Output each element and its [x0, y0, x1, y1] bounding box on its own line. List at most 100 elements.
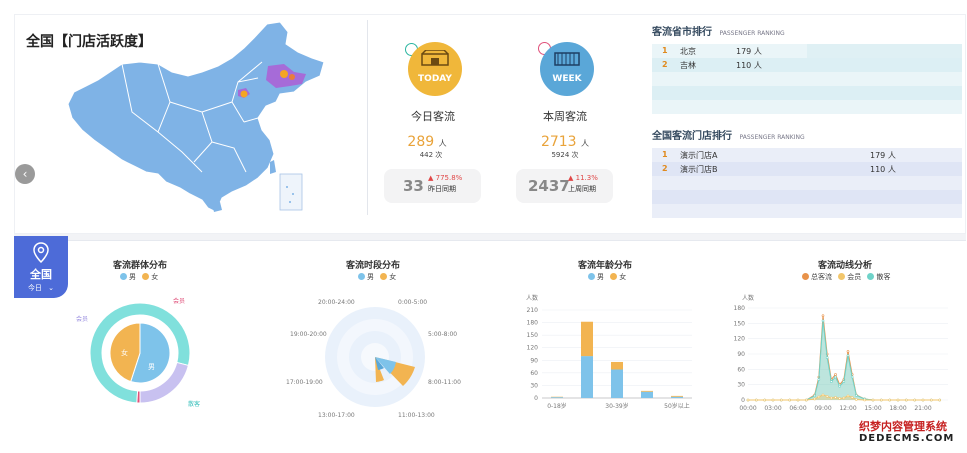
dashboard: 全国【门店活跃度】 ‹ TODAY 今日客流 289 人 442 次 33 ▲ … [0, 0, 967, 453]
age-chart-legend: 男 女 [584, 272, 626, 282]
ring-label-regular: 散客 [188, 400, 200, 408]
legend-male: 男 [367, 273, 374, 281]
location-selector[interactable]: 全国 今日 ⌄ [14, 236, 68, 298]
legend-swatch-total [802, 273, 809, 280]
province-ranking-title-text: 客流省市排行 [652, 27, 712, 38]
separator [367, 20, 368, 215]
week-times: 5924 次 [551, 151, 579, 159]
legend-swatch-regular [867, 273, 875, 280]
today-badge-label: TODAY [418, 74, 452, 84]
group-pie-chart[interactable]: 会员 会员 散客 女 男 [70, 285, 210, 415]
sector-label: 11:00-13:00 [398, 412, 435, 419]
legend-member: 会员 [847, 273, 862, 281]
legend-female: 女 [151, 273, 159, 281]
province-ranking-subtitle: PASSENGER RANKING [719, 30, 785, 37]
point-1-27 [930, 398, 933, 402]
legend-female: 女 [619, 273, 627, 281]
hours-polar-chart[interactable]: 20:00-24:00 0:00-5:00 19:00-20:00 5:00-8… [280, 290, 470, 425]
point-1-15 [842, 396, 846, 400]
period-dropdown[interactable]: 今日 ⌄ [14, 283, 68, 293]
week-count-line: 2713 人 [510, 134, 620, 150]
table-row[interactable]: 2 演示门店B 110 人 [652, 162, 962, 176]
point-2-8 [813, 394, 816, 398]
south-sea-inset [279, 173, 303, 211]
y-tick-label: 90 [530, 357, 538, 364]
hours-chart-title: 客流时段分布 [345, 261, 400, 271]
table-row[interactable]: 1 北京 179 人 [652, 44, 962, 58]
china-map[interactable] [62, 22, 332, 218]
rank-number: 1 [662, 150, 668, 159]
y-axis-label: 人数 [742, 294, 754, 302]
y-tick-label: 150 [527, 332, 539, 339]
point-1-26 [921, 398, 925, 402]
today-label: 今日客流 [411, 110, 455, 123]
watermark-line2: DEDECMS.COM [859, 433, 955, 444]
today-count: 289 [407, 134, 435, 150]
point-1-28 [938, 398, 941, 402]
point-1-0 [746, 398, 750, 402]
ring-label-member: 会员 [76, 315, 88, 323]
point-2-9 [817, 378, 821, 381]
sector-label: 17:00-19:00 [286, 379, 323, 386]
point-1-24 [905, 398, 908, 402]
hotspot-jilin [280, 70, 288, 78]
legend-regular: 散客 [876, 273, 891, 281]
x-tick-label: 00:00 [739, 405, 756, 412]
province-value: 179 人 [736, 47, 762, 56]
island-taiwan [270, 160, 276, 174]
hotspot-beijing [240, 90, 248, 98]
store-ranking-subtitle: PASSENGER RANKING [739, 134, 805, 141]
point-0-16 [846, 350, 850, 353]
point-1-7 [805, 398, 808, 402]
table-row[interactable]: 1 演示门店A 179 人 [652, 148, 962, 162]
today-badge: TODAY [408, 42, 462, 96]
sector-label: 19:00-20:00 [290, 331, 327, 338]
y-tick-label: 210 [527, 307, 539, 314]
inner-label-male: 男 [148, 363, 155, 371]
province-ranking-table: 1 北京 179 人 2 吉林 110 人 [652, 44, 962, 114]
table-row-empty [652, 204, 962, 218]
week-badge: WEEK [540, 42, 594, 96]
point-2-10 [821, 319, 825, 323]
store-ranking-title-text: 全国客流门店排行 [652, 131, 732, 142]
bar-female-3 [641, 390, 653, 392]
y-tick-label: 60 [737, 366, 745, 373]
period-label: 今日 [27, 284, 42, 292]
legend-swatch-member [838, 273, 846, 280]
legend-male: 男 [597, 273, 604, 281]
table-row-empty [652, 100, 962, 114]
age-bar-chart[interactable]: 人数 0 30 60 90 120 150 180 210 0-18岁 30-39岁 50岁以上 [512, 288, 702, 418]
point-2-12 [830, 380, 833, 383]
group-chart-legend: 男 女 [116, 272, 158, 282]
point-2-13 [834, 375, 837, 379]
store-icon [421, 50, 449, 66]
today-compare-value: 33 [403, 177, 424, 195]
hours-chart-legend: 男 女 [354, 272, 396, 282]
y-tick-label: 180 [527, 320, 539, 327]
point-1-17 [850, 396, 854, 399]
y-tick-label: 150 [734, 320, 746, 327]
table-row[interactable]: 2 吉林 110 人 [652, 58, 962, 72]
x-tick-label: 03:00 [764, 405, 781, 412]
carousel-prev-button[interactable]: ‹ [15, 164, 35, 184]
bar-male-2 [611, 369, 623, 398]
area-2 [748, 320, 940, 400]
table-row-empty [652, 86, 962, 100]
store-value: 179 人 [870, 151, 896, 160]
x-tick-label: 0-18岁 [547, 402, 567, 410]
week-compare-pct-value: 11.3% [575, 174, 598, 182]
week-compare-value: 2437 [528, 177, 570, 195]
legend-swatch-male [358, 273, 365, 280]
legend-swatch-male [120, 273, 127, 280]
rank-number: 2 [662, 60, 668, 69]
location-pin-icon [33, 242, 49, 264]
today-times: 442 次 [419, 151, 443, 159]
flow-area-chart[interactable]: 人数 0 30 60 90 120 150 180 00:00 03:00 06:00 09:00 12… [730, 288, 955, 418]
point-1-2 [763, 398, 766, 402]
store-ranking-table: 1 演示门店A 179 人 2 演示门店B 110 人 [652, 148, 962, 218]
today-compare-pct: ▲ 775.8% [428, 174, 463, 182]
table-row-empty [652, 190, 962, 204]
flow-chart-title: 客流动线分析 [817, 261, 872, 271]
x-tick-label: 06:00 [789, 405, 806, 412]
y-tick-label: 0 [741, 397, 745, 404]
